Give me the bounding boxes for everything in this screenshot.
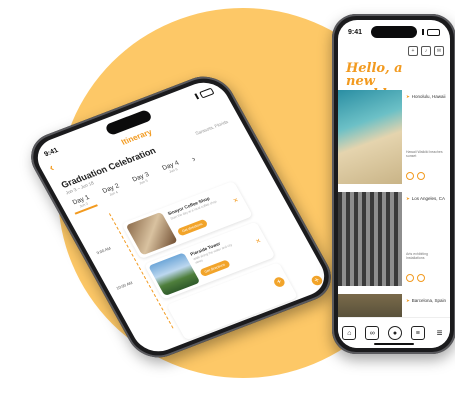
- pin-icon: ➤: [406, 94, 410, 99]
- post-meta: [406, 274, 425, 282]
- heart-icon[interactable]: [406, 274, 414, 282]
- get-directions-button[interactable]: Get directions: [176, 218, 209, 237]
- feed-phone: 9:41 + ♪ ✉ Hello, a new world ➤Honolulu,…: [332, 14, 455, 354]
- list-item[interactable]: ➤ Los Angeles, CA Arts exhibiting Install…: [338, 192, 450, 288]
- heart-icon[interactable]: [406, 172, 414, 180]
- location-text: Honolulu, Hawaii: [411, 94, 446, 99]
- tab-day-1[interactable]: Day 1 Jun 3: [68, 192, 98, 215]
- dynamic-island: [371, 26, 417, 38]
- add-icon[interactable]: +: [408, 46, 418, 56]
- chevron-right-icon[interactable]: ›: [190, 154, 198, 164]
- bell-icon[interactable]: ♪: [421, 46, 431, 56]
- message-icon[interactable]: ✉: [434, 46, 444, 56]
- location-text: Barcelona, Spain: [411, 298, 447, 303]
- tab-day-3[interactable]: Day 3 Jun 5: [128, 170, 156, 188]
- pin-icon: ➤: [406, 196, 410, 201]
- post-title: Hawaii Waikiki beaches sunset: [406, 150, 443, 158]
- feed-screen: 9:41 + ♪ ✉ Hello, a new world ➤Honolulu,…: [338, 20, 450, 348]
- signal-icon: [422, 28, 424, 35]
- battery-icon: [427, 28, 440, 36]
- top-icons: + ♪ ✉: [408, 46, 444, 56]
- profile-icon[interactable]: ●: [387, 326, 402, 340]
- status-time: 9:41: [348, 28, 363, 36]
- menu-icon[interactable]: ≡: [434, 327, 446, 339]
- journal-icon[interactable]: ≡: [410, 326, 425, 340]
- bookmark-icon[interactable]: [417, 172, 425, 180]
- bookmark-icon[interactable]: [417, 274, 425, 282]
- stop-time: 9:00 AM: [95, 245, 112, 256]
- lamps-photo: [338, 192, 402, 286]
- plus-icon[interactable]: +: [309, 274, 325, 287]
- post-title: Arts exhibiting Installations: [406, 252, 428, 260]
- back-arrow-icon[interactable]: ‹: [47, 162, 56, 174]
- tab-day-2[interactable]: Day 2 Jun 4: [98, 181, 126, 199]
- home-indicator: [374, 343, 414, 345]
- status-icons: [422, 28, 440, 36]
- get-directions-button[interactable]: Get directions: [199, 259, 231, 278]
- binoculars-icon[interactable]: ∞: [365, 326, 380, 340]
- post-meta: [406, 172, 425, 180]
- list-item[interactable]: ➤ Honolulu, Hawaii Hawaii Waikiki beaches…: [338, 90, 450, 186]
- close-icon[interactable]: ✕: [232, 197, 240, 205]
- signal-icon: [194, 92, 199, 99]
- location-text: Los Angeles, CA: [411, 196, 446, 201]
- post-location: ➤ Los Angeles, CA: [406, 196, 445, 202]
- beach-photo: [338, 90, 402, 184]
- home-icon[interactable]: ⌂: [342, 326, 357, 340]
- itinerary-header: ‹ Itinerary: [38, 92, 235, 181]
- close-icon[interactable]: ✕: [254, 237, 263, 245]
- stop-time: 10:00 AM: [115, 280, 134, 291]
- tab-day-4[interactable]: Day 4 Jun 6: [158, 158, 186, 176]
- post-location: ➤ Honolulu, Hawaii: [406, 94, 446, 100]
- pin-icon: ➤: [406, 298, 410, 303]
- post-location: ➤ Barcelona, Spain: [406, 298, 446, 304]
